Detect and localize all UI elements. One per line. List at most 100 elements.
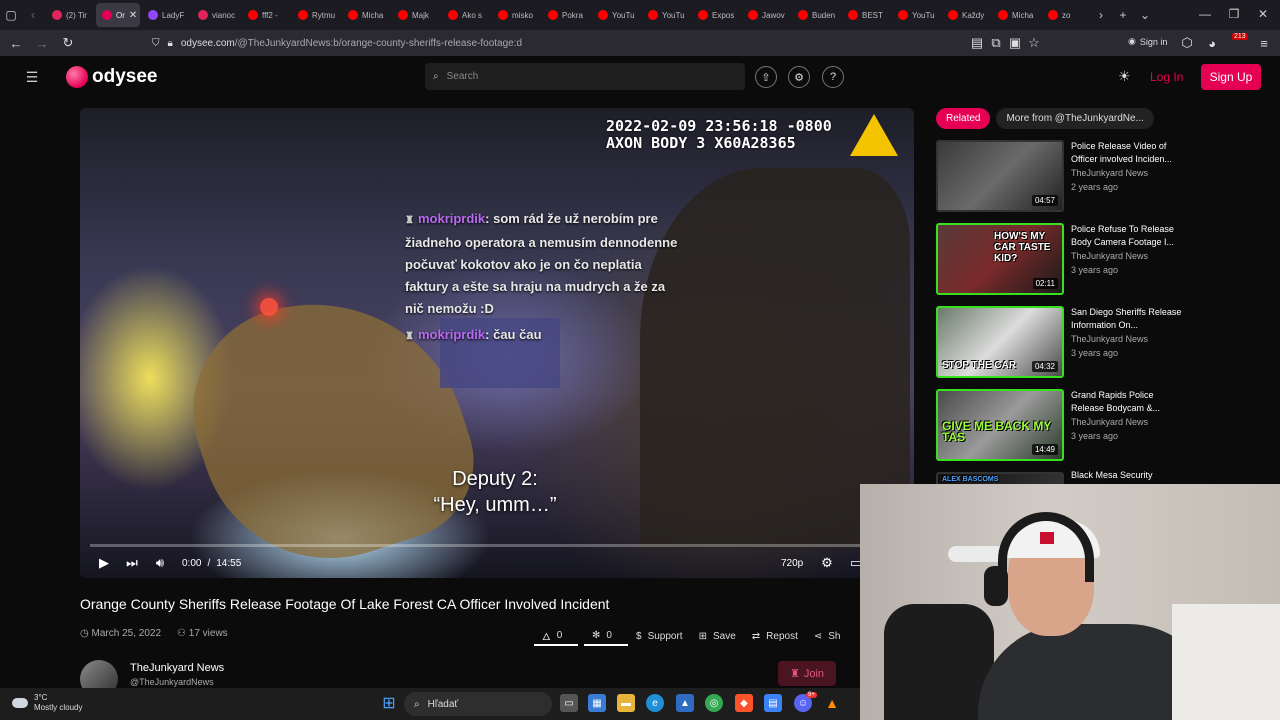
browser-tab[interactable]: Každy xyxy=(942,3,990,27)
time-separator: / xyxy=(207,557,211,569)
share-button[interactable]: ⋖ Sh xyxy=(806,626,849,646)
channel-handle[interactable]: @TheJunkyardNews xyxy=(130,677,214,687)
browser-tab[interactable]: Buden xyxy=(792,3,840,27)
browser-tab[interactable]: LadyF xyxy=(142,3,190,27)
related-video-item[interactable]: 04:57 Police Release Video of Officer inv… xyxy=(936,140,1180,212)
volume-icon[interactable]: 🔊︎ xyxy=(146,549,174,577)
browser-tab[interactable]: Expos xyxy=(692,3,740,27)
shelf-shape xyxy=(1172,604,1280,720)
quality-label[interactable]: 720p xyxy=(781,558,803,569)
related-thumbnail[interactable]: 04:57 xyxy=(936,140,1064,212)
photos-icon[interactable]: ▲ xyxy=(676,694,694,712)
browser-tab[interactable]: Micha xyxy=(342,3,390,27)
player-settings-icon[interactable]: ⚙ xyxy=(813,549,841,577)
browser-tab[interactable]: Rytmu xyxy=(292,3,340,27)
next-icon[interactable]: ⏭ xyxy=(118,549,146,577)
extension-badge[interactable]: 213 xyxy=(1232,33,1248,40)
signup-button[interactable]: Sign Up xyxy=(1201,64,1261,90)
related-video-item[interactable]: STOP THE CAR 04:32 San Diego Sheriffs Rele… xyxy=(936,306,1183,378)
channel-name[interactable]: TheJunkyard News xyxy=(130,662,224,674)
join-button[interactable]: ♜ Join xyxy=(778,661,836,686)
browser-tab[interactable]: Jawov xyxy=(742,3,790,27)
support-label: Support xyxy=(647,630,683,642)
settings-gear-icon[interactable]: ⚙ xyxy=(788,66,810,88)
back-icon[interactable]: ← xyxy=(3,30,29,56)
browser-tab[interactable]: YouTu xyxy=(592,3,640,27)
slime-reaction-button[interactable]: ✻ 0 xyxy=(584,626,628,646)
new-tab-icon[interactable]: + xyxy=(1112,4,1134,26)
taskbar-search[interactable]: ⌕ Hľadať xyxy=(404,692,552,716)
related-title[interactable]: Police Release Video of Officer involved… xyxy=(1071,140,1183,166)
file-explorer-icon[interactable]: ▬ xyxy=(617,694,635,712)
save-button[interactable]: ⊞ Save xyxy=(691,626,744,646)
notepad-icon[interactable]: ▤ xyxy=(764,694,782,712)
address-bar[interactable]: ⛉ 🔒︎ odysee.com/@TheJunkyardNews:b/orang… xyxy=(152,32,1044,54)
related-title[interactable]: Police Refuse To Release Body Camera Foo… xyxy=(1071,223,1183,249)
vlc-icon[interactable]: ▲ xyxy=(823,694,841,712)
browser-logo-icon[interactable]: ◕ xyxy=(1199,30,1225,56)
windows-start-icon[interactable]: ⊞ xyxy=(380,694,398,712)
store-icon[interactable]: ▦ xyxy=(588,694,606,712)
play-icon[interactable]: ▶ xyxy=(90,549,118,577)
video-progress-bar[interactable] xyxy=(90,544,904,547)
scroll-tabs-right-icon[interactable]: › xyxy=(1090,4,1112,26)
theme-toggle-icon[interactable]: ☀ xyxy=(1118,68,1131,85)
forward-icon[interactable]: → xyxy=(29,30,55,56)
sign-in-button[interactable]: ◉ Sign in xyxy=(1128,36,1167,47)
related-thumbnail[interactable]: GIVE ME BACK MY TAS 14:49 xyxy=(936,389,1064,461)
browser-tab[interactable]: vianoc xyxy=(192,3,240,27)
help-icon[interactable]: ? xyxy=(822,66,844,88)
related-title[interactable]: Black Mesa Security xyxy=(1071,469,1183,482)
related-video-item[interactable]: GIVE ME BACK MY TAS 14:49 Grand Rapids Pol… xyxy=(936,389,1180,461)
close-window-icon[interactable]: ✕ xyxy=(1248,4,1278,24)
tab-label: Micha xyxy=(1012,10,1034,20)
reload-icon[interactable]: ↻ xyxy=(55,30,81,56)
task-view-icon[interactable]: ▭ xyxy=(560,694,578,712)
tab-related[interactable]: Related xyxy=(936,108,991,129)
browser-tab[interactable]: Ako s xyxy=(442,3,490,27)
browser-tab[interactable]: Micha xyxy=(992,3,1040,27)
browser-tab[interactable]: zo xyxy=(1042,3,1090,27)
edge-icon[interactable]: e xyxy=(646,694,664,712)
bookmark-star-icon[interactable]: ☆ xyxy=(1021,30,1047,56)
browser-tab[interactable]: Majk xyxy=(392,3,440,27)
tab-overview-icon[interactable]: ▢ xyxy=(0,4,22,26)
support-button[interactable]: $ Support xyxy=(628,626,691,646)
upload-date: March 25, 2022 xyxy=(91,628,162,639)
related-thumbnail[interactable]: HOW'S MY CAR TASTE KID? 02:11 xyxy=(936,223,1064,295)
tab-label: YouTu xyxy=(912,10,935,20)
browser-tab[interactable]: (2) Tir xyxy=(46,3,94,27)
tab-more-from-channel[interactable]: More from @TheJunkyardNe... xyxy=(996,108,1154,129)
tab-close-icon[interactable]: ✕ xyxy=(129,10,137,21)
search-input[interactable]: ⌕ Search xyxy=(425,63,745,90)
lock-icon[interactable]: 🔒︎ xyxy=(168,38,173,49)
video-player[interactable]: 2022-02-09 23:56:18 -0800 AXON BODY 3 X6… xyxy=(80,108,914,578)
browser-tab[interactable]: Pokra xyxy=(542,3,590,27)
browser-tab[interactable]: YouTu xyxy=(892,3,940,27)
sidebar-menu-icon[interactable]: ☰ xyxy=(22,67,42,87)
browser-tab[interactable]: YouTu xyxy=(642,3,690,27)
browser-tab[interactable]: Or ✕ xyxy=(96,3,140,27)
repost-button[interactable]: ⇄ Repost xyxy=(744,626,806,646)
weather-widget[interactable]: 3°C Mostly cloudy xyxy=(12,693,82,713)
chrome-icon[interactable]: ◎ xyxy=(705,694,723,712)
related-title[interactable]: Grand Rapids Police Release Bodycam &... xyxy=(1071,389,1183,415)
minimize-icon[interactable]: — xyxy=(1190,4,1220,24)
restore-icon[interactable]: ❐ xyxy=(1219,4,1249,24)
browser-tab[interactable]: misko xyxy=(492,3,540,27)
tracking-shield-icon[interactable]: ⛉ xyxy=(152,38,160,49)
related-thumbnail[interactable]: STOP THE CAR 04:32 xyxy=(936,306,1064,378)
scroll-tabs-left-icon[interactable]: ‹ xyxy=(22,4,44,26)
menu-icon[interactable]: ≡ xyxy=(1251,30,1277,56)
extensions-icon[interactable]: ⬡ xyxy=(1174,30,1200,56)
brave-icon[interactable]: ◆ xyxy=(735,694,753,712)
related-video-item[interactable]: HOW'S MY CAR TASTE KID? 02:11 Police Refus… xyxy=(936,223,1180,295)
browser-tab[interactable]: fff2 - xyxy=(242,3,290,27)
upload-icon[interactable]: ⇧ xyxy=(755,66,777,88)
odysee-logo[interactable]: odysee xyxy=(66,66,157,88)
fire-reaction-button[interactable]: 🜂 0 xyxy=(534,626,578,646)
browser-tab[interactable]: BEST xyxy=(842,3,890,27)
tab-list-dropdown-icon[interactable]: ⌄ xyxy=(1134,4,1156,26)
login-button[interactable]: Log In xyxy=(1150,70,1183,84)
related-title[interactable]: San Diego Sheriffs Release Information O… xyxy=(1071,306,1183,332)
